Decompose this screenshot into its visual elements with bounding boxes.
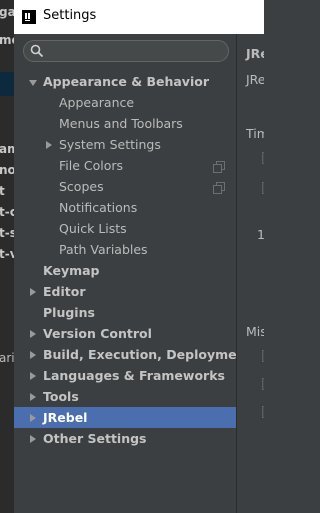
- project-level-copy-icon: [213, 182, 225, 194]
- background-text: am: [0, 142, 14, 156]
- tree-item-label: System Settings: [59, 137, 161, 152]
- checkbox[interactable]: [262, 406, 264, 418]
- chevron-right-icon[interactable]: [30, 330, 36, 338]
- checkbox[interactable]: [262, 182, 264, 194]
- tree-item-appearance[interactable]: Appearance: [14, 92, 236, 113]
- tree-item-editor[interactable]: Editor: [14, 281, 236, 302]
- tree-item-label: Version Control: [43, 326, 152, 341]
- background-text: ari: [0, 351, 14, 365]
- background-text: t-v: [0, 247, 14, 261]
- tree-item-label: Notifications: [59, 200, 138, 215]
- tree-item-label: Menus and Toolbars: [59, 116, 183, 131]
- tree-item-quick-lists[interactable]: Quick Lists: [14, 218, 236, 239]
- tree-item-keymap[interactable]: Keymap: [14, 260, 236, 281]
- chevron-right-icon[interactable]: [30, 393, 36, 401]
- chevron-right-icon[interactable]: [30, 414, 36, 422]
- tree-item-other-settings[interactable]: Other Settings: [14, 428, 236, 449]
- chevron-right-icon[interactable]: [30, 351, 36, 359]
- background-selection: [0, 72, 14, 96]
- section-title-misc: Mis: [246, 324, 264, 339]
- chevron-right-icon[interactable]: [30, 288, 36, 296]
- chevron-down-icon[interactable]: [29, 80, 37, 86]
- chevron-right-icon[interactable]: [46, 141, 52, 149]
- tree-item-build-execution-deployment[interactable]: Build, Execution, Deployment: [14, 344, 251, 365]
- tree-item-path-variables[interactable]: Path Variables: [14, 239, 236, 260]
- tree-item-system-settings[interactable]: System Settings: [14, 134, 236, 155]
- tree-item-label: Tools: [43, 389, 79, 404]
- tree-item-label: Path Variables: [59, 242, 148, 257]
- settings-content-panel: JRe JRe Tim 1 Mis: [237, 34, 264, 513]
- tree-item-label: Editor: [43, 284, 86, 299]
- tree-item-version-control[interactable]: Version Control: [14, 323, 236, 344]
- checkbox[interactable]: [262, 378, 264, 390]
- chevron-right-icon[interactable]: [30, 372, 36, 380]
- background-text: no: [0, 163, 14, 177]
- background-text: me: [0, 33, 14, 47]
- checkbox[interactable]: [262, 350, 264, 362]
- project-level-copy-icon: [213, 161, 225, 173]
- tree-item-plugins[interactable]: Plugins: [14, 302, 236, 323]
- tree-item-label: File Colors: [59, 158, 124, 173]
- tree-item-notifications[interactable]: Notifications: [14, 197, 236, 218]
- section-title-timeouts: Tim: [246, 126, 264, 141]
- background-text: t-s: [0, 226, 14, 240]
- content-header: JRe: [246, 46, 264, 61]
- tree-item-jrebel[interactable]: JRebel: [14, 407, 236, 428]
- checkbox[interactable]: [262, 152, 264, 164]
- tree-item-label: Appearance & Behavior: [43, 74, 209, 89]
- tree-item-label: Quick Lists: [59, 221, 127, 236]
- content-text: JRe: [246, 72, 264, 87]
- number-value: 1: [257, 227, 264, 242]
- intellij-app-icon: [22, 10, 36, 24]
- tree-item-scopes[interactable]: Scopes: [14, 176, 236, 197]
- search-icon: [30, 44, 44, 58]
- window-title: Settings: [43, 8, 97, 23]
- background-text: ga: [0, 5, 14, 19]
- background-window: ga me am no t t-c t-s t-v ari: [0, 0, 14, 513]
- settings-tree-panel: Appearance & Behavior Appearance Menus a…: [14, 34, 251, 513]
- background-text: t: [0, 184, 5, 198]
- tree-item-label: Keymap: [43, 263, 100, 278]
- tree-item-languages-frameworks[interactable]: Languages & Frameworks: [14, 365, 236, 386]
- title-bar: Settings: [14, 0, 264, 34]
- tree-item-label: Appearance: [59, 95, 135, 110]
- tree-item-file-colors[interactable]: File Colors: [14, 155, 236, 176]
- tree-item-tools[interactable]: Tools: [14, 386, 236, 407]
- tree-item-label: Build, Execution, Deployment: [43, 347, 252, 362]
- tree-item-label: Other Settings: [43, 431, 147, 446]
- settings-search-input[interactable]: [23, 40, 229, 62]
- tree-item-label: Scopes: [59, 179, 104, 194]
- tree-item-menus-toolbars[interactable]: Menus and Toolbars: [14, 113, 236, 134]
- tree-item-label: Languages & Frameworks: [43, 368, 225, 383]
- tree-item-label: JRebel: [43, 410, 88, 425]
- tree-item-appearance-behavior[interactable]: Appearance & Behavior: [14, 71, 236, 92]
- tree-item-label: Plugins: [43, 305, 95, 320]
- chevron-right-icon[interactable]: [30, 435, 36, 443]
- background-text: t-c: [0, 205, 14, 219]
